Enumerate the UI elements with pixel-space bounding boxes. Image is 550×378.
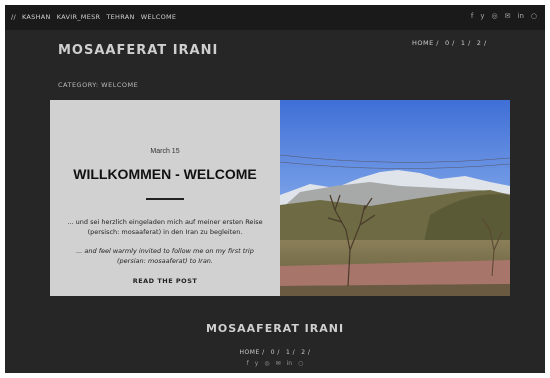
facebook-icon[interactable]: f	[471, 12, 473, 20]
site-title[interactable]: MOSAAFERAT IRANI	[58, 43, 218, 58]
post-excerpt-german: ... und sei herzlich eingeladen mich auf…	[67, 218, 263, 236]
footer-breadcrumb-1[interactable]: 1 /	[286, 349, 295, 356]
category-label: CATEGORY: WELCOME	[58, 81, 139, 89]
landscape-image	[280, 100, 510, 296]
read-post-link[interactable]: READ THE POST	[50, 277, 280, 285]
social-links: f y ◎ ✉ in ○	[471, 12, 537, 20]
footer-breadcrumb-home[interactable]: HOME /	[240, 349, 265, 356]
github-icon[interactable]: ○	[298, 360, 303, 367]
top-nav-tehran[interactable]: TEHRAN	[106, 13, 134, 21]
top-nav: // KASHAN KAVIR_MESR TEHRAN WELCOME	[11, 13, 176, 21]
github-icon[interactable]: ○	[531, 12, 537, 20]
post-date: March 15	[150, 148, 180, 155]
linkedin-icon[interactable]: in	[518, 12, 524, 20]
email-icon[interactable]: ✉	[505, 12, 511, 20]
top-nav-welcome[interactable]: WELCOME	[141, 13, 177, 21]
top-nav-kashan[interactable]: KASHAN	[22, 13, 51, 21]
top-nav-slashes: //	[11, 13, 16, 21]
instagram-icon[interactable]: ◎	[492, 12, 498, 20]
post-excerpt-english: ... and feel warmly invited to follow me…	[76, 247, 254, 265]
footer-breadcrumb-2[interactable]: 2 /	[301, 349, 310, 356]
breadcrumb: HOME / 0 / 1 / 2 /	[412, 39, 487, 47]
twitter-icon[interactable]: y	[480, 12, 484, 20]
email-icon[interactable]: ✉	[276, 360, 281, 367]
instagram-icon[interactable]: ◎	[264, 360, 269, 367]
footer-breadcrumb: HOME / 0 / 1 / 2 /	[5, 349, 545, 356]
footer-social-links: f y ◎ ✉ in ○	[5, 360, 545, 367]
breadcrumb-0[interactable]: 0 /	[445, 39, 455, 47]
post-title[interactable]: WILLKOMMEN - WELCOME	[50, 166, 280, 182]
title-divider	[146, 198, 184, 200]
breadcrumb-1[interactable]: 1 /	[461, 39, 471, 47]
top-nav-kavir-mesr[interactable]: KAVIR_MESR	[57, 13, 101, 21]
post-card-text: March 15 WILLKOMMEN - WELCOME ... und se…	[50, 100, 280, 296]
twitter-icon[interactable]: y	[255, 360, 259, 367]
page-frame: // KASHAN KAVIR_MESR TEHRAN WELCOME f y …	[5, 5, 545, 373]
facebook-icon[interactable]: f	[247, 360, 249, 367]
breadcrumb-home[interactable]: HOME /	[412, 39, 439, 47]
footer-breadcrumb-0[interactable]: 0 /	[271, 349, 280, 356]
top-bar: // KASHAN KAVIR_MESR TEHRAN WELCOME f y …	[5, 5, 545, 30]
post-image[interactable]	[280, 100, 510, 296]
breadcrumb-2[interactable]: 2 /	[477, 39, 487, 47]
post-card: March 15 WILLKOMMEN - WELCOME ... und se…	[50, 100, 510, 296]
linkedin-icon[interactable]: in	[287, 360, 292, 367]
footer-site-title[interactable]: MOSAAFERAT IRANI	[5, 322, 545, 335]
